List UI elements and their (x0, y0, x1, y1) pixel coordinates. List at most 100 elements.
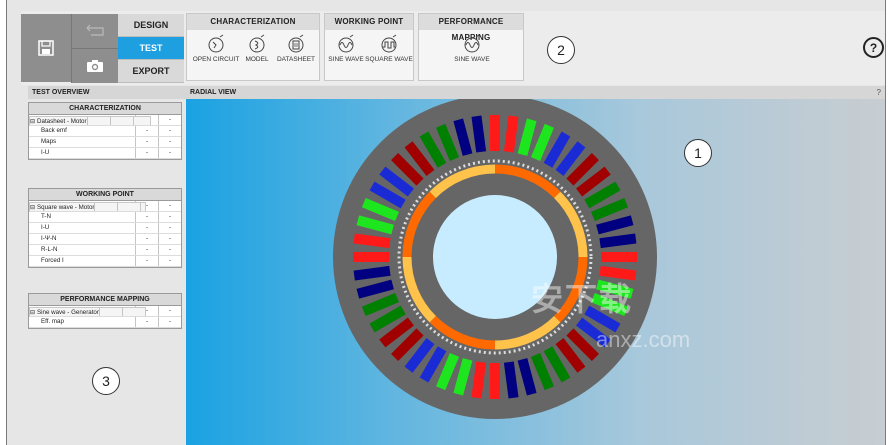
row-value: - (135, 212, 158, 222)
characterization-table: CHARACTERIZATION ⊟Open circuit - Motor &… (28, 102, 182, 160)
table-row[interactable]: T-N - - (29, 212, 181, 223)
row-value: - (158, 245, 181, 255)
row-value: - (135, 126, 158, 136)
row-value: - (135, 137, 158, 147)
wp-square-wave-tool[interactable]: SQUARE WAVE (363, 34, 415, 63)
row-value: - (135, 223, 158, 233)
watermark-sub-text: anxz.com (596, 327, 691, 352)
row-label: Sine wave - Generator (37, 309, 99, 316)
radial-view-canvas[interactable]: 安下载 anxz.com 1 (186, 99, 885, 445)
table-title: PERFORMANCE MAPPING (29, 294, 181, 306)
mode-test-button[interactable]: TEST (118, 37, 184, 60)
radial-view-header: RADIAL VIEW ? (186, 86, 885, 99)
row-value: - (158, 137, 181, 147)
performance-mapping-table: PERFORMANCE MAPPING ⊟Sine wave - MotorEf… (28, 293, 182, 329)
mode-export-button[interactable]: EXPORT (118, 60, 184, 83)
table-title: CHARACTERIZATION (29, 103, 181, 115)
row-value: - (135, 317, 158, 327)
save-button[interactable] (21, 14, 71, 82)
row-label: R-L-N (41, 246, 58, 253)
group-title: WORKING POINT (325, 14, 413, 30)
row-value: - (135, 148, 158, 158)
row-value: - (135, 256, 158, 266)
test-overview-header: TEST OVERVIEW (28, 86, 186, 99)
pm-sine-wave-tool[interactable]: SINE WAVE (446, 34, 498, 63)
row-value: - (158, 115, 181, 125)
callout-2: 2 (547, 36, 575, 64)
datasheet-icon (288, 34, 304, 53)
stator-slot (601, 252, 637, 262)
row-label: T-N (41, 213, 51, 220)
row-value: - (135, 234, 158, 244)
table-row[interactable]: Forced I -- (29, 256, 181, 267)
row-value: - (158, 306, 181, 316)
undo-button[interactable] (71, 14, 118, 48)
row-value (121, 308, 145, 316)
table-row[interactable]: Back emf - - (29, 126, 181, 137)
characterization-group: CHARACTERIZATION OPEN CIRCUIT MODEL DATA… (186, 13, 320, 81)
row-value: - (158, 126, 181, 136)
help-button[interactable]: ? (863, 37, 884, 58)
callout-1: 1 (684, 139, 712, 167)
table-row[interactable]: Eff. map -- (29, 317, 181, 328)
table-title: WORKING POINT (29, 189, 181, 201)
row-label: Maps (41, 138, 57, 145)
row-label: Eff. map (41, 318, 64, 325)
working-point-group: WORKING POINT SINE WAVE SQUARE WAVE (324, 13, 414, 81)
row-label: Square wave - Motor (37, 204, 95, 211)
watermark-text: 安下载 (531, 281, 634, 317)
sine-wave-icon (464, 34, 480, 53)
wp-square-wave-label: SQUARE WAVE (365, 56, 413, 63)
undo-arrow-icon (86, 24, 104, 36)
pm-sine-wave-label: SINE WAVE (454, 56, 490, 63)
table-row[interactable]: I-U - - (29, 223, 181, 234)
model-label: MODEL (245, 56, 269, 63)
row-value (98, 308, 122, 316)
row-value: - (158, 212, 181, 222)
group-title: PERFORMANCE MAPPING (419, 14, 523, 42)
row-value (94, 203, 117, 211)
group-title: CHARACTERIZATION (187, 14, 319, 30)
view-help-icon[interactable]: ? (877, 86, 881, 99)
stator-slot (353, 252, 389, 262)
table-group-row[interactable]: ⊟ Square wave - Motor (29, 202, 142, 212)
table-row[interactable]: I-U - - (29, 148, 181, 159)
row-label: I-Ψ-N (41, 235, 57, 242)
row-value (86, 117, 110, 125)
mode-design-button[interactable]: DESIGN (118, 14, 184, 37)
radial-view-title: RADIAL VIEW (190, 89, 237, 96)
datasheet-label: DATASHEET (276, 56, 316, 63)
row-value: - (158, 317, 181, 327)
row-label: Back emf (41, 127, 67, 134)
row-label: I-U (41, 149, 50, 156)
table-row[interactable]: R-L-N - - (29, 245, 181, 256)
working-point-table: WORKING POINT ⊟Sine wave - MotorI-Ψ-N--T… (28, 188, 182, 268)
wp-sine-wave-label: SINE WAVE (328, 56, 364, 63)
table-group-row[interactable]: ⊟ Datasheet - Motor (29, 116, 134, 126)
square-wave-icon (381, 34, 397, 53)
camera-icon (87, 60, 103, 72)
motor-cross-section (333, 99, 657, 419)
screenshot-button[interactable] (71, 48, 118, 83)
row-label: I-U (41, 224, 50, 231)
table-row[interactable]: Maps - - (29, 137, 181, 148)
floppy-disk-icon (38, 40, 54, 56)
row-label: Datasheet - Motor (37, 118, 87, 125)
sine-wave-icon (338, 34, 354, 53)
row-value (117, 203, 140, 211)
datasheet-tool[interactable]: DATASHEET (270, 34, 322, 63)
stator-slot (490, 115, 500, 151)
row-label: Forced I (41, 257, 64, 264)
performance-mapping-group: PERFORMANCE MAPPING SINE WAVE (418, 13, 524, 81)
open-circuit-icon (208, 34, 224, 53)
row-value: - (158, 256, 181, 266)
callout-3: 3 (92, 367, 120, 395)
row-value: - (158, 148, 181, 158)
model-icon (249, 34, 265, 53)
row-value: - (135, 245, 158, 255)
table-row[interactable]: I-Ψ-N -- (29, 234, 181, 245)
table-group-row[interactable]: ⊟Sine wave - Generator (29, 307, 146, 317)
row-value: - (158, 223, 181, 233)
stator-slot (490, 363, 500, 399)
row-value: - (158, 234, 181, 244)
